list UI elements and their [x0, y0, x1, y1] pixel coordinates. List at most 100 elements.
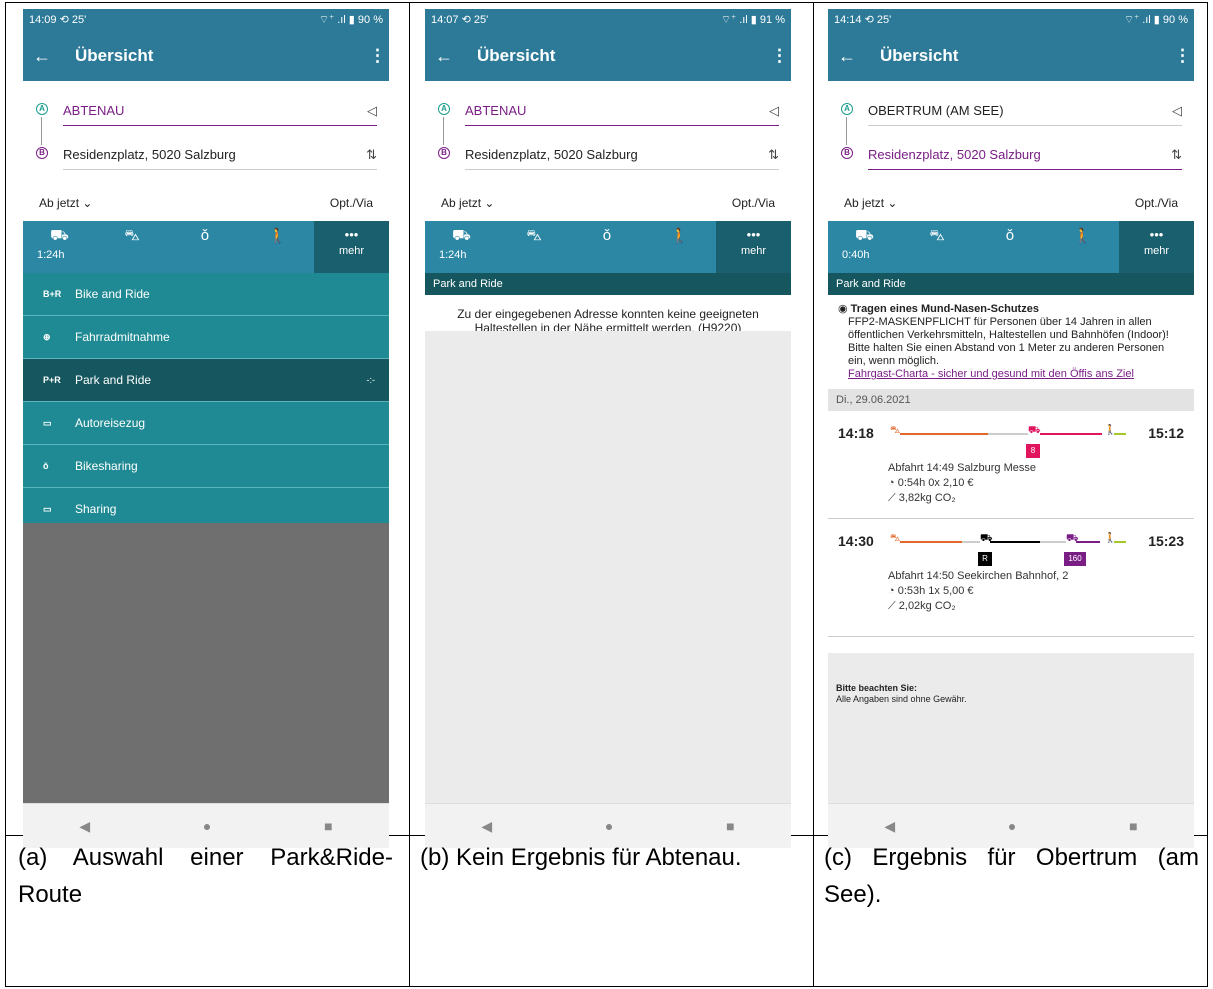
- menu-label: Bike and Ride: [75, 287, 150, 301]
- warning-icon: ◉: [838, 303, 848, 315]
- back-arrow-icon[interactable]: ←: [33, 46, 75, 67]
- tab-more[interactable]: ••• mehr: [716, 221, 791, 273]
- destination-field[interactable]: Residenzplatz, 5020 Salzburg ⇅: [868, 140, 1182, 170]
- tab-public-transport[interactable]: ⛟ 1:24h: [23, 221, 96, 273]
- column-divider: [813, 3, 814, 986]
- origin-pin-icon: A: [36, 103, 48, 115]
- nav-home-icon[interactable]: ●: [203, 818, 211, 834]
- bike-icon: ǒ: [602, 227, 612, 244]
- nav-home-icon[interactable]: ●: [1008, 818, 1016, 834]
- menu-item-bikesharing[interactable]: ǒ Bikesharing: [23, 445, 389, 488]
- warning-body: FFP2-MASKENPFLICHT für Personen über 14 …: [848, 316, 1169, 367]
- date-header: Di., 29.06.2021: [828, 389, 1194, 411]
- more-label: mehr: [1143, 245, 1170, 257]
- more-label: mehr: [740, 245, 767, 257]
- menu-item-autoreisezug[interactable]: ▭ Autoreisezug: [23, 402, 389, 445]
- back-arrow-icon[interactable]: ←: [838, 46, 880, 67]
- tab-more[interactable]: ••• mehr: [1119, 221, 1194, 273]
- trip-departure-info: Abfahrt 14:50 Seekirchen Bahnhof, 2: [888, 570, 1069, 582]
- status-bar: 14:14 ⟲ 25' ⌔⁺ .ıl ▮ 90 %: [828, 9, 1194, 31]
- selected-indicator-icon: -:-: [366, 375, 376, 385]
- destination-field[interactable]: Residenzplatz, 5020 Salzburg ⇅: [63, 140, 377, 170]
- swap-icon[interactable]: ⇅: [1171, 140, 1182, 170]
- tab-public-transport[interactable]: ⛟ 1:24h: [425, 221, 498, 273]
- departure-selector[interactable]: Ab jetzt ⌄: [441, 191, 494, 221]
- bike-ride-icon: B+R: [43, 289, 62, 299]
- mode-tabs: ⛟ 1:24h ⛍ ǒ 🚶 ••• mehr: [425, 221, 791, 273]
- charter-link[interactable]: Fahrgast-Charta - sicher und gesund mit …: [848, 368, 1134, 380]
- overflow-menu-icon[interactable]: ⋮: [369, 46, 386, 66]
- tab-public-transport[interactable]: ⛟ 0:40h: [828, 221, 901, 273]
- more-label: mehr: [338, 245, 365, 257]
- trip-co2: 3,82kg CO₂: [898, 492, 956, 504]
- status-time: 14:09: [29, 14, 57, 26]
- tab-more[interactable]: ••• mehr: [314, 221, 389, 273]
- nav-recents-icon[interactable]: ■: [324, 818, 332, 834]
- origin-field[interactable]: OBERTRUM (AM SEE) ◁: [868, 96, 1182, 126]
- nav-recents-icon[interactable]: ■: [1129, 818, 1137, 834]
- destination-value: Residenzplatz, 5020 Salzburg: [465, 147, 638, 162]
- car-segment: [900, 433, 988, 435]
- park-ride-icon: P+R: [43, 375, 61, 385]
- back-arrow-icon[interactable]: ←: [435, 46, 477, 67]
- walk-icon: 🚶: [268, 228, 287, 245]
- battery-indicator: ⌔⁺ .ıl ▮ 90 %: [318, 14, 383, 26]
- nav-back-icon[interactable]: ◀: [481, 818, 492, 835]
- tab-walk[interactable]: 🚶: [241, 221, 314, 273]
- route-inputs: A B OBERTRUM (AM SEE) ◁ Residenzplatz, 50…: [828, 81, 1194, 191]
- tab-walk[interactable]: 🚶: [643, 221, 716, 273]
- origin-field[interactable]: ABTENAU ◁: [63, 96, 377, 126]
- tab-bike[interactable]: ǒ: [974, 221, 1047, 273]
- options-via-link[interactable]: Opt./Via: [1135, 191, 1178, 221]
- nav-back-icon[interactable]: ◀: [79, 818, 90, 835]
- trip-option[interactable]: 14:18 ⛍ ⛟ 🚶 8 15:12 Abfahrt 14:49 Salzbu…: [828, 411, 1194, 519]
- bikesharing-icon: ǒ: [43, 461, 49, 471]
- destination-field[interactable]: Residenzplatz, 5020 Salzburg ⇅: [465, 140, 779, 170]
- route-connector: [846, 117, 847, 145]
- phone-screen-c: 14:14 ⟲ 25' ⌔⁺ .ıl ▮ 90 % ← Übersicht ⋮ …: [828, 9, 1194, 848]
- duration-label: 1:24h: [439, 249, 467, 261]
- trip-details: Abfahrt 14:49 Salzburg Messe ◔ 0:54h 0x …: [888, 461, 1036, 506]
- tab-bike[interactable]: ǒ: [169, 221, 242, 273]
- mode-tabs: ⛟ 1:24h ⛍ ǒ 🚶 ••• mehr: [23, 221, 389, 273]
- options-row: Ab jetzt ⌄ Opt./Via: [425, 191, 791, 221]
- departure-selector[interactable]: Ab jetzt ⌄: [39, 191, 92, 221]
- app-bar: ← Übersicht ⋮: [23, 31, 389, 81]
- clock-icon: ◔: [888, 585, 898, 597]
- locate-icon[interactable]: ◁: [769, 96, 779, 126]
- swap-icon[interactable]: ⇅: [768, 140, 779, 170]
- overflow-menu-icon[interactable]: ⋮: [1174, 46, 1191, 66]
- ab-label: Ab: [844, 196, 859, 210]
- trip-arrival-time: 15:23: [1148, 533, 1184, 549]
- train-icon: ⛟: [49, 227, 69, 244]
- departure-selector[interactable]: Ab jetzt ⌄: [844, 191, 897, 221]
- trip-departure-info: Abfahrt 14:49 Salzburg Messe: [888, 462, 1036, 474]
- menu-item-fahrradmitnahme[interactable]: ⊕ Fahrradmitnahme: [23, 316, 389, 359]
- nav-back-icon[interactable]: ◀: [884, 818, 895, 835]
- bike-icon: ǒ: [1005, 227, 1015, 244]
- options-via-link[interactable]: Opt./Via: [732, 191, 775, 221]
- overflow-menu-icon[interactable]: ⋮: [771, 46, 788, 66]
- locate-icon[interactable]: ◁: [1172, 96, 1182, 126]
- swap-icon[interactable]: ⇅: [366, 140, 377, 170]
- caption-a: (a) Auswahl einer Park&Ride-Route: [18, 844, 393, 908]
- menu-item-park-and-ride[interactable]: P+R Park and Ride -:-: [23, 359, 389, 402]
- locate-icon[interactable]: ◁: [367, 96, 377, 126]
- route-connector: [443, 117, 444, 145]
- menu-label: Fahrradmitnahme: [75, 330, 170, 344]
- origin-field[interactable]: ABTENAU ◁: [465, 96, 779, 126]
- battery-indicator: ⌔⁺ .ıl ▮ 91 %: [720, 14, 785, 26]
- tab-walk[interactable]: 🚶: [1046, 221, 1119, 273]
- tab-car[interactable]: ⛍: [96, 221, 169, 273]
- nav-home-icon[interactable]: ●: [605, 818, 613, 834]
- nav-recents-icon[interactable]: ■: [726, 818, 734, 834]
- tab-car[interactable]: ⛍: [901, 221, 974, 273]
- tab-car[interactable]: ⛍: [498, 221, 571, 273]
- trip-option[interactable]: 14:30 ⛍ ⛟ ⛟ 🚶 R 160 15:23 Abfahrt 14:50 …: [828, 519, 1194, 637]
- car-segment: [900, 541, 962, 543]
- options-via-link[interactable]: Opt./Via: [330, 191, 373, 221]
- origin-value: ABTENAU: [465, 103, 527, 118]
- destination-value: Residenzplatz, 5020 Salzburg: [63, 147, 236, 162]
- tab-bike[interactable]: ǒ: [571, 221, 644, 273]
- menu-item-bike-and-ride[interactable]: B+R Bike and Ride: [23, 273, 389, 316]
